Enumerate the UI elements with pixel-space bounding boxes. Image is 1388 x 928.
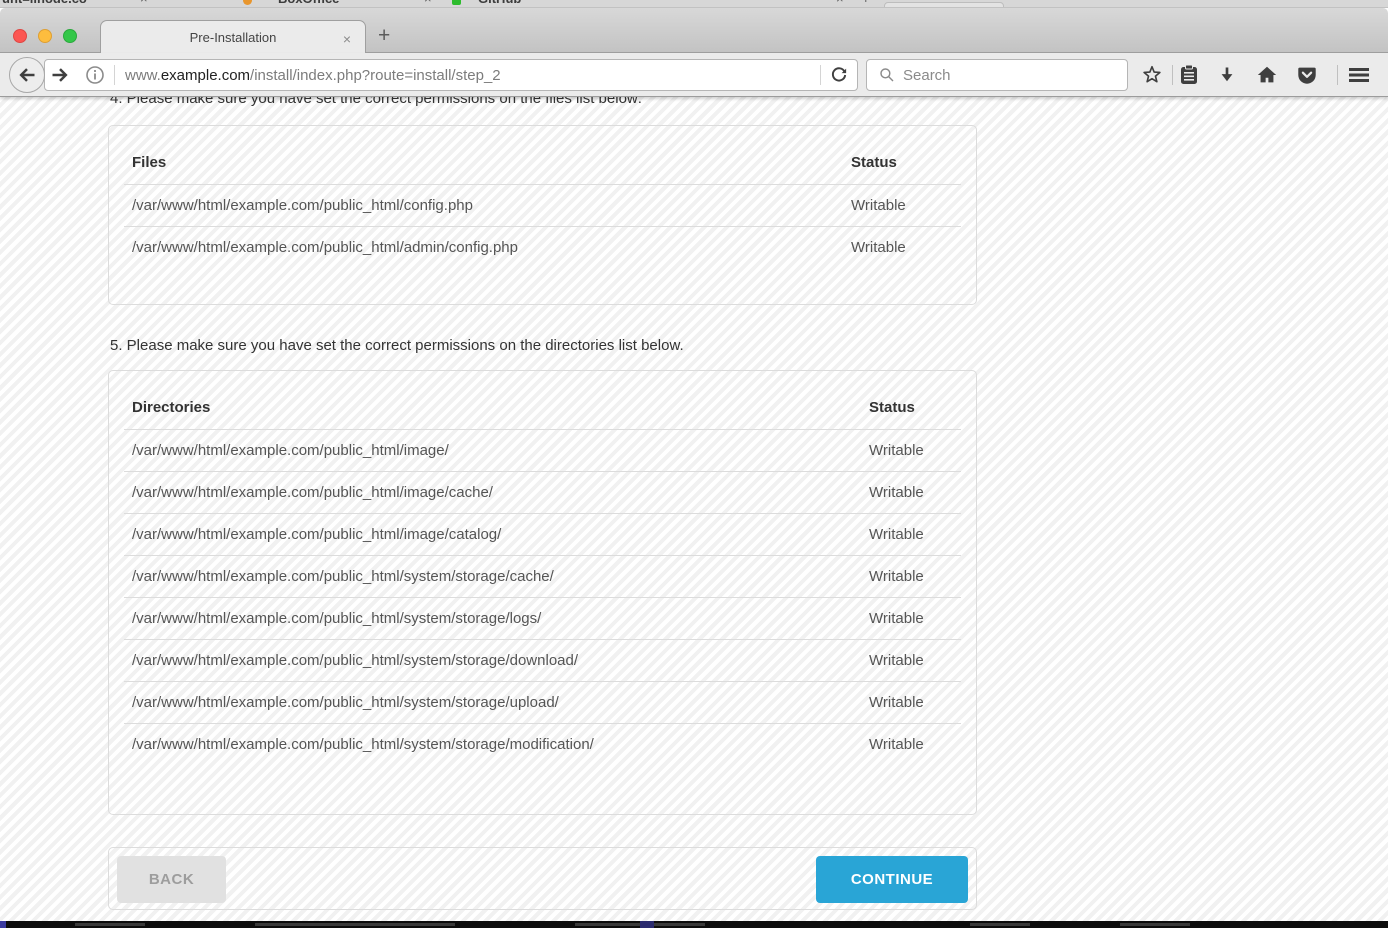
table-header-row: Directories Status <box>124 386 961 430</box>
table-row: /var/www/html/example.com/public_html/co… <box>124 185 961 227</box>
files-permissions-panel: Files Status /var/www/html/example.com/p… <box>108 125 977 305</box>
directories-table: Directories Status /var/www/html/example… <box>124 386 961 765</box>
site-info-icon[interactable] <box>85 65 105 85</box>
background-tab-close-icon: × <box>424 0 432 6</box>
status-value: Writable <box>861 514 961 556</box>
table-row: /var/www/html/example.com/public_html/sy… <box>124 724 961 766</box>
new-tab-button[interactable]: + <box>378 24 390 48</box>
table-row: /var/www/html/example.com/public_html/sy… <box>124 640 961 682</box>
status-value: Writable <box>843 227 961 269</box>
zoom-window-button[interactable] <box>63 29 77 43</box>
close-window-button[interactable] <box>13 29 27 43</box>
directory-path: /var/www/html/example.com/public_html/sy… <box>124 682 861 724</box>
files-column-header: Files <box>124 141 843 185</box>
directory-path: /var/www/html/example.com/public_html/im… <box>124 430 861 472</box>
navigation-toolbar: www.example.com/install/index.php?route=… <box>0 53 1388 97</box>
directories-permissions-panel: Directories Status /var/www/html/example… <box>108 370 977 815</box>
table-row: /var/www/html/example.com/public_html/sy… <box>124 556 961 598</box>
background-tab-close-icon: × <box>140 0 148 6</box>
search-icon <box>879 67 895 83</box>
divider <box>1172 65 1173 85</box>
directory-path: /var/www/html/example.com/public_html/im… <box>124 514 861 556</box>
step4-instruction: 4. Please make sure you have set the cor… <box>110 97 642 107</box>
reload-icon[interactable] <box>821 66 857 84</box>
background-window-top-fragment: unt=linode.co × BoxOffice × GitHub × + <box>0 0 1388 8</box>
background-tab-favicon-orange <box>243 0 252 5</box>
background-tab-favicon-green <box>452 0 461 5</box>
continue-button[interactable]: CONTINUE <box>816 856 968 903</box>
file-path: /var/www/html/example.com/public_html/co… <box>124 185 843 227</box>
status-column-header: Status <box>843 141 961 185</box>
url-domain: example.com <box>161 67 250 84</box>
status-value: Writable <box>861 430 961 472</box>
files-table: Files Status /var/www/html/example.com/p… <box>124 141 961 268</box>
tab-title: Pre-Installation <box>190 30 277 45</box>
table-row: /var/www/html/example.com/public_html/im… <box>124 514 961 556</box>
background-new-tab-icon: + <box>862 0 870 6</box>
status-value: Writable <box>843 185 961 227</box>
forward-button[interactable] <box>50 65 70 85</box>
divider <box>114 65 115 85</box>
directory-path: /var/www/html/example.com/public_html/sy… <box>124 724 861 766</box>
url-path: /install/index.php?route=install/step_2 <box>250 67 501 84</box>
tab-pre-installation[interactable]: Pre-Installation × <box>100 20 366 53</box>
url-prefix: www. <box>125 67 161 84</box>
home-icon[interactable] <box>1254 62 1280 88</box>
directory-path: /var/www/html/example.com/public_html/sy… <box>124 598 861 640</box>
status-value: Writable <box>861 682 961 724</box>
status-value: Writable <box>861 472 961 514</box>
url-text[interactable]: www.example.com/install/index.php?route=… <box>125 67 501 84</box>
background-tab-url-fragment: unt=linode.co <box>2 0 87 6</box>
divider <box>1337 65 1338 85</box>
directory-path: /var/www/html/example.com/public_html/sy… <box>124 640 861 682</box>
menu-hamburger-icon[interactable] <box>1346 62 1372 88</box>
wizard-buttons-bar: BACK CONTINUE <box>108 847 977 910</box>
downloads-icon[interactable] <box>1214 62 1240 88</box>
page-content: 4. Please make sure you have set the cor… <box>0 97 1388 921</box>
status-value: Writable <box>861 640 961 682</box>
bookmark-star-icon[interactable] <box>1139 62 1165 88</box>
background-tab-close-icon: × <box>836 0 844 6</box>
table-row: /var/www/html/example.com/public_html/im… <box>124 472 961 514</box>
file-path: /var/www/html/example.com/public_html/ad… <box>124 227 843 269</box>
status-column-header: Status <box>861 386 961 430</box>
minimize-window-button[interactable] <box>38 29 52 43</box>
directories-column-header: Directories <box>124 386 861 430</box>
directory-path: /var/www/html/example.com/public_html/sy… <box>124 556 861 598</box>
table-row: /var/www/html/example.com/public_html/im… <box>124 430 961 472</box>
search-input[interactable] <box>903 67 1103 84</box>
status-value: Writable <box>861 724 961 766</box>
back-button[interactable] <box>9 57 45 93</box>
pocket-icon[interactable] <box>1294 62 1320 88</box>
titlebar: Pre-Installation × + <box>0 8 1388 53</box>
back-button-wizard[interactable]: BACK <box>117 856 226 903</box>
tab-close-icon[interactable]: × <box>343 31 351 47</box>
status-value: Writable <box>861 556 961 598</box>
url-bar[interactable]: www.example.com/install/index.php?route=… <box>44 59 858 91</box>
directory-path: /var/www/html/example.com/public_html/im… <box>124 472 861 514</box>
table-header-row: Files Status <box>124 141 961 185</box>
background-tab-title-boxoffice: BoxOffice <box>278 0 339 6</box>
background-window-bottom-fragment <box>0 921 1388 928</box>
status-value: Writable <box>861 598 961 640</box>
table-row: /var/www/html/example.com/public_html/ad… <box>124 227 961 269</box>
table-row: /var/www/html/example.com/public_html/sy… <box>124 598 961 640</box>
background-tab-title-github: GitHub <box>478 0 521 6</box>
browser-window: unt=linode.co × BoxOffice × GitHub × + P… <box>0 0 1388 928</box>
bookmarks-list-icon[interactable] <box>1176 62 1202 88</box>
step5-instruction: 5. Please make sure you have set the cor… <box>110 337 684 354</box>
search-box[interactable] <box>866 59 1128 91</box>
table-row: /var/www/html/example.com/public_html/sy… <box>124 682 961 724</box>
